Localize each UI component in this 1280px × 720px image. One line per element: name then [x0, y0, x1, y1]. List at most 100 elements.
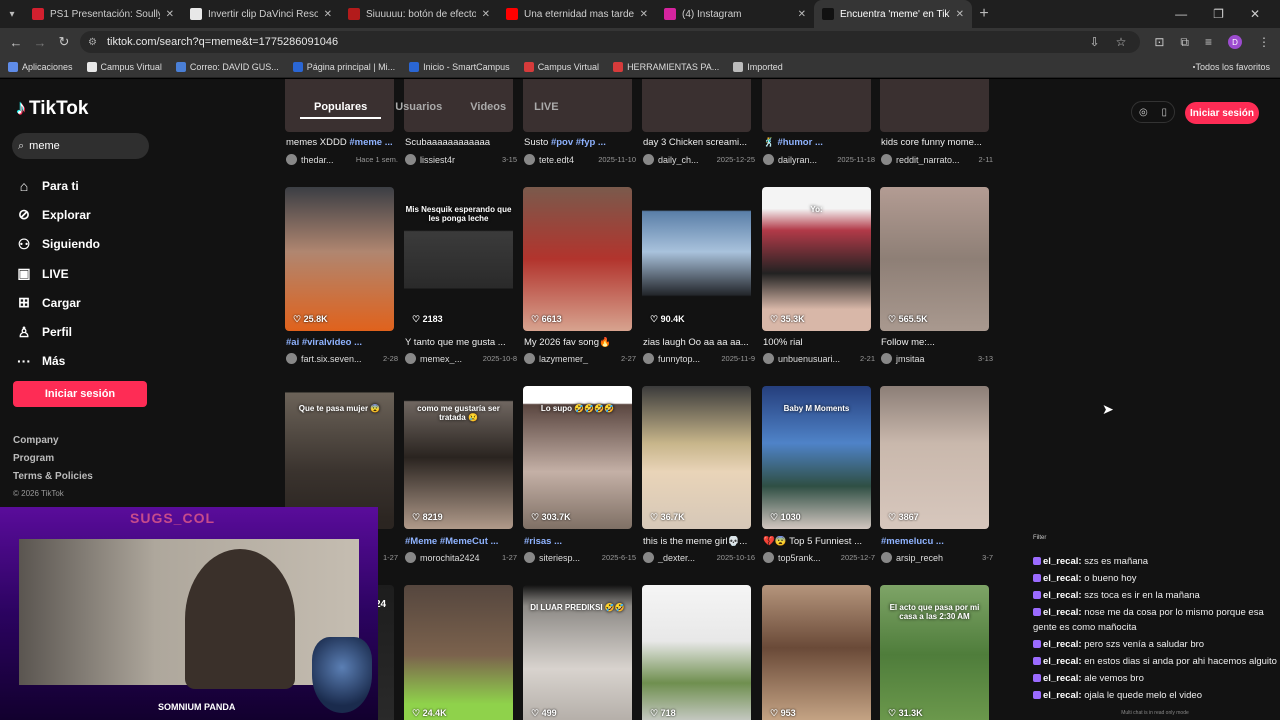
- login-button-header[interactable]: Iniciar sesión: [1185, 102, 1259, 124]
- tab-usuarios[interactable]: Usuarios: [381, 97, 456, 119]
- video-thumbnail[interactable]: ♡ 3867: [880, 386, 989, 529]
- video-thumbnail[interactable]: como me gustaría ser tratada 😢 ♡ 8219: [404, 386, 513, 529]
- back-icon[interactable]: ←: [4, 35, 28, 50]
- menu-kebab-icon[interactable]: ⋮: [1258, 35, 1270, 49]
- tab-populares[interactable]: Populares: [300, 97, 382, 119]
- new-tab-button[interactable]: +: [972, 5, 996, 23]
- video-author-row[interactable]: arsip_receh 3-7: [881, 552, 993, 563]
- browser-tab[interactable]: Siuuuuu: botón de efectos de s ✕: [340, 0, 498, 28]
- maximize-icon[interactable]: ❐: [1213, 7, 1224, 21]
- footer-program[interactable]: Program: [13, 453, 93, 471]
- video-thumbnail[interactable]: El acto que pasa por mi casa a las 2:30 …: [880, 585, 989, 720]
- minimize-icon[interactable]: —: [1175, 7, 1187, 21]
- bookmark-item[interactable]: Aplicaciones: [8, 61, 73, 72]
- bookmark-item[interactable]: Campus Virtual: [86, 61, 162, 72]
- video-card[interactable]: Lo supo 🤣🤣🤣🤣 ♡ 303.7K #risas ... siteriesp.…: [523, 386, 636, 566]
- browser-tab[interactable]: Invertir clip DaVinci Resolve ✕: [182, 0, 340, 28]
- video-author-row[interactable]: lissiest4r 3-15: [405, 154, 517, 165]
- bookmark-item[interactable]: Correo: DAVID GUS...: [175, 61, 279, 72]
- video-card[interactable]: Susto #pov #fyp ... tete.edt4 2025-11-10: [523, 79, 636, 169]
- caption-hashtags[interactable]: #humor ...: [777, 137, 822, 148]
- forward-icon[interactable]: →: [28, 35, 52, 50]
- video-card[interactable]: Mis Nesquik esperando que les ponga lech…: [404, 187, 517, 367]
- bookmark-item[interactable]: Imported: [733, 61, 783, 72]
- bookmark-item[interactable]: HERRAMIENTAS PA...: [613, 61, 719, 72]
- video-card[interactable]: ♡ 25.8K #ai #viralvideo ... fart.six.seven…: [285, 187, 398, 367]
- tab-videos[interactable]: Videos: [456, 97, 520, 119]
- caption-hashtags[interactable]: #Meme #MemeCut ...: [405, 536, 498, 547]
- video-caption[interactable]: zias laugh Oo aa aa aa...: [643, 337, 753, 348]
- video-author-row[interactable]: memex_... 2025-10-8: [405, 353, 517, 364]
- video-thumbnail[interactable]: ♡ 718: [642, 585, 751, 720]
- browser-tab[interactable]: PS1 Presentación: Soully DVD [✕: [24, 0, 182, 28]
- video-card[interactable]: memes XDDD #meme ... thedar... Hace 1 sem.: [285, 79, 398, 169]
- video-author-row[interactable]: unbuenusuari... 2-21: [763, 353, 875, 364]
- coins-icon[interactable]: ◎: [1139, 107, 1148, 118]
- video-caption[interactable]: memes XDDD #meme ...: [286, 137, 396, 148]
- login-button-sidebar[interactable]: Iniciar sesión: [13, 381, 147, 407]
- video-caption[interactable]: #memelucu ...: [881, 536, 991, 547]
- video-thumbnail[interactable]: ♡ 25.8K: [285, 187, 394, 331]
- browser-tab[interactable]: Una eternidad mas tarde, Bob E ✕: [498, 0, 656, 28]
- sidebar-item-perfil[interactable]: ♙ Perfil: [14, 317, 154, 346]
- all-bookmarks[interactable]: Todos los favoritos: [1193, 62, 1270, 72]
- video-thumbnail[interactable]: ♡ 565.5K: [880, 187, 989, 331]
- profile-avatar[interactable]: D: [1228, 35, 1242, 49]
- video-thumbnail[interactable]: ♡ 953: [762, 585, 871, 720]
- video-caption[interactable]: 💔😨 Top 5 Funniest ...: [763, 536, 873, 547]
- video-author-row[interactable]: funnytop... 2025-11-9: [643, 353, 755, 364]
- site-info-icon[interactable]: ⚙: [88, 37, 97, 48]
- video-card[interactable]: ♡ 3867 #memelucu ... arsip_receh 3-7: [880, 386, 993, 566]
- video-thumbnail[interactable]: ♡ 36.7K: [642, 386, 751, 529]
- video-author-row[interactable]: daily_ch... 2025-12-25: [643, 154, 755, 165]
- video-caption[interactable]: Scubaaaaaaaaaaaa: [405, 137, 515, 148]
- video-author-row[interactable]: siteriesp... 2025-6-15: [524, 552, 636, 563]
- caption-hashtags[interactable]: #ai #viralvideo ...: [286, 337, 362, 348]
- video-author-row[interactable]: reddit_narrato... 2-11: [881, 154, 993, 165]
- close-window-icon[interactable]: ✕: [1250, 7, 1260, 21]
- video-author-row[interactable]: lazymemer_ 2-27: [524, 353, 636, 364]
- video-thumbnail[interactable]: Mis Nesquik esperando que les ponga lech…: [404, 187, 513, 331]
- bookmark-item[interactable]: Página principal | Mi...: [292, 61, 395, 72]
- install-app-icon[interactable]: ⇩: [1090, 35, 1100, 49]
- video-author-row[interactable]: jmsitaa 3-13: [881, 353, 993, 364]
- bookmark-item[interactable]: Campus Virtual: [523, 61, 599, 72]
- video-card[interactable]: Baby M Moments ♡ 1030 💔😨 Top 5 Funniest ..…: [762, 386, 875, 566]
- video-thumbnail[interactable]: [642, 79, 751, 132]
- tab-close-icon[interactable]: ✕: [640, 9, 648, 20]
- tab-close-icon[interactable]: ✕: [482, 9, 490, 20]
- chat-filter[interactable]: Filter: [1033, 535, 1046, 541]
- video-caption[interactable]: My 2026 fav song🔥: [524, 337, 634, 348]
- video-card[interactable]: Scubaaaaaaaaaaaa lissiest4r 3-15: [404, 79, 517, 169]
- video-caption[interactable]: 100% rial: [763, 337, 873, 348]
- search-input[interactable]: ⌕ meme: [12, 133, 149, 159]
- video-author-row[interactable]: dailyran... 2025-11-18: [763, 154, 875, 165]
- tab-close-icon[interactable]: ✕: [798, 9, 806, 20]
- media-icon[interactable]: ≡: [1205, 35, 1212, 49]
- video-author-row[interactable]: top5rank... 2025-12-7: [763, 552, 875, 563]
- video-author-row[interactable]: thedar... Hace 1 sem.: [286, 154, 398, 165]
- caption-hashtags[interactable]: #meme ...: [349, 137, 392, 148]
- video-thumbnail[interactable]: Baby M Moments ♡ 1030: [762, 386, 871, 529]
- video-thumbnail[interactable]: DI LUAR PREDIKSI 🤣🤣 ♡ 499: [523, 585, 632, 720]
- sidebar-item-live[interactable]: ▣ LIVE: [14, 259, 154, 288]
- footer-company[interactable]: Company: [13, 435, 93, 453]
- browser-tab[interactable]: (4) Instagram ✕: [656, 0, 814, 28]
- device-icon[interactable]: ▯: [1162, 107, 1168, 118]
- video-caption[interactable]: #Meme #MemeCut ...: [405, 536, 515, 547]
- video-card[interactable]: como me gustaría ser tratada 😢 ♡ 8219 #Mem…: [404, 386, 517, 566]
- tab-close-icon[interactable]: ✕: [324, 9, 332, 20]
- video-thumbnail[interactable]: [880, 79, 989, 132]
- browser-tab[interactable]: Encuentra 'meme' en TikTok | B ✕: [814, 0, 972, 28]
- sidebar-item-explorar[interactable]: ⊘ Explorar: [14, 200, 154, 229]
- reload-icon[interactable]: ↻: [52, 34, 76, 50]
- url-field[interactable]: ⚙ tiktok.com/search?q=meme&t=17752860910…: [80, 31, 1140, 53]
- video-card[interactable]: El acto que pasa por mi casa a las 2:30 …: [880, 585, 989, 720]
- tiktok-logo[interactable]: ♪ TikTok: [16, 97, 88, 120]
- video-card[interactable]: ♡ 953: [762, 585, 871, 720]
- video-caption[interactable]: #ai #viralvideo ...: [286, 337, 396, 348]
- footer-terms[interactable]: Terms & Policies: [13, 471, 93, 489]
- video-caption[interactable]: kids core funny mome...: [881, 137, 991, 148]
- extensions-icon[interactable]: ⧉: [1180, 35, 1189, 50]
- sidebar-item-cargar[interactable]: ⊞ Cargar: [14, 288, 154, 317]
